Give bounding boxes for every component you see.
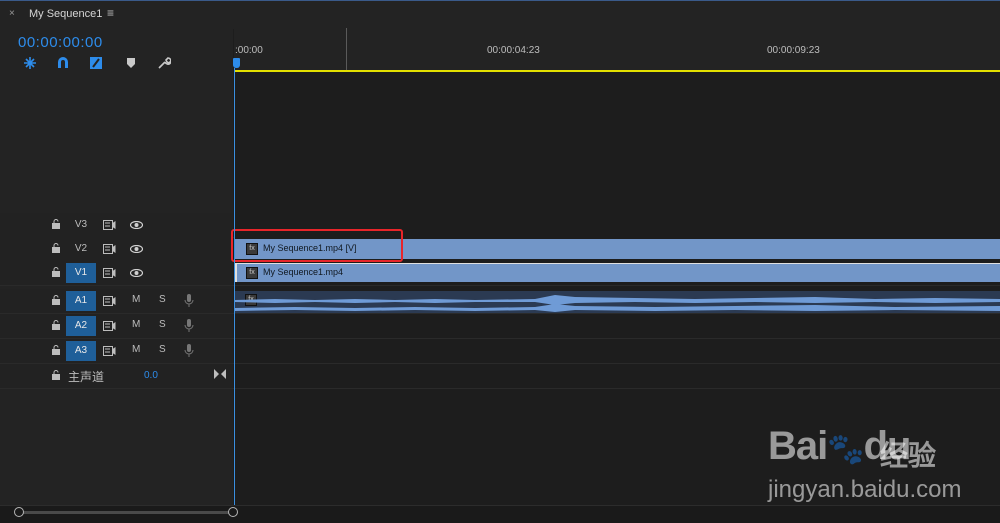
ruler-label: 00:00:09:23 bbox=[767, 45, 820, 56]
ripple-edit-icon[interactable] bbox=[23, 56, 37, 70]
eye-icon[interactable] bbox=[130, 221, 143, 229]
sync-lock-icon[interactable] bbox=[103, 296, 116, 306]
track-name-v3[interactable]: V3 bbox=[66, 215, 96, 235]
audio-clip-a1[interactable]: fx bbox=[235, 291, 1000, 313]
lock-icon[interactable] bbox=[52, 370, 60, 380]
track-row-a3: A3 M S bbox=[0, 339, 1000, 364]
microphone-icon[interactable] bbox=[184, 294, 194, 308]
lock-icon[interactable] bbox=[52, 267, 60, 277]
track-header-v3: V3 bbox=[0, 213, 233, 237]
track-header-master: 主声道 0.0 bbox=[0, 364, 233, 388]
mute-button[interactable]: M bbox=[132, 319, 140, 330]
video-clip-v1[interactable]: fx My Sequence1.mp4 bbox=[235, 263, 1000, 282]
sync-lock-icon[interactable] bbox=[103, 346, 116, 356]
sync-lock-icon[interactable] bbox=[103, 321, 116, 331]
playhead-handle[interactable] bbox=[233, 58, 240, 68]
lock-icon[interactable] bbox=[52, 320, 60, 330]
ruler-label: :00:00 bbox=[235, 45, 263, 56]
lock-icon[interactable] bbox=[52, 345, 60, 355]
baidu-watermark-text: 经验 bbox=[880, 440, 937, 471]
sync-lock-icon[interactable] bbox=[103, 244, 116, 254]
clip-label: My Sequence1.mp4 bbox=[263, 267, 344, 277]
sync-lock-icon[interactable] bbox=[103, 220, 116, 230]
expand-master-icon[interactable] bbox=[214, 369, 226, 379]
fx-badge: fx bbox=[246, 267, 258, 279]
baidu-watermark-url: jingyan.baidu.com bbox=[768, 476, 962, 503]
panel-tab-bar bbox=[0, 0, 1000, 29]
sync-lock-icon[interactable] bbox=[103, 268, 116, 278]
scrollbar-thumb[interactable] bbox=[18, 511, 233, 514]
track-lane-master[interactable] bbox=[234, 364, 1000, 388]
close-icon[interactable]: × bbox=[9, 8, 15, 19]
eye-icon[interactable] bbox=[130, 269, 143, 277]
sequence-tab-title[interactable]: My Sequence1 bbox=[29, 8, 102, 20]
track-header-v1: V1 bbox=[0, 261, 233, 285]
ruler-hover-line bbox=[346, 28, 347, 70]
track-header-v2: V2 bbox=[0, 237, 233, 261]
track-row-v3: V3 bbox=[0, 213, 1000, 238]
track-name-a2[interactable]: A2 bbox=[66, 316, 96, 336]
track-name-a3[interactable]: A3 bbox=[66, 341, 96, 361]
linked-selection-icon[interactable] bbox=[89, 56, 103, 70]
horizontal-scrollbar[interactable] bbox=[0, 505, 1000, 523]
snap-magnet-icon[interactable] bbox=[56, 56, 70, 70]
microphone-icon[interactable] bbox=[184, 319, 194, 333]
track-name-v2[interactable]: V2 bbox=[66, 239, 96, 259]
work-area-bar[interactable] bbox=[235, 70, 1000, 72]
track-name-a1[interactable]: A1 bbox=[66, 291, 96, 311]
ruler-label: 00:00:04:23 bbox=[487, 45, 540, 56]
track-name-v1[interactable]: V1 bbox=[66, 263, 96, 283]
playhead-timecode[interactable]: 00:00:00:00 bbox=[18, 34, 103, 51]
lock-icon[interactable] bbox=[52, 243, 60, 253]
highlight-box bbox=[231, 229, 403, 262]
track-header-a1: A1 M S bbox=[0, 289, 233, 313]
master-volume-value[interactable]: 0.0 bbox=[144, 370, 158, 381]
track-lane-a3[interactable] bbox=[234, 339, 1000, 363]
solo-button[interactable]: S bbox=[159, 319, 166, 330]
playhead-line[interactable] bbox=[234, 68, 235, 510]
solo-button[interactable]: S bbox=[159, 344, 166, 355]
microphone-icon[interactable] bbox=[184, 344, 194, 358]
scroll-left-handle[interactable] bbox=[14, 507, 24, 517]
audio-waveform bbox=[235, 295, 1000, 312]
marker-icon[interactable] bbox=[124, 56, 138, 70]
track-row-master: 主声道 0.0 bbox=[0, 364, 1000, 389]
scroll-right-handle[interactable] bbox=[228, 507, 238, 517]
track-lane-a2[interactable] bbox=[234, 314, 1000, 338]
track-header-a3: A3 M S bbox=[0, 339, 233, 363]
track-row-a2: A2 M S bbox=[0, 314, 1000, 339]
lock-icon[interactable] bbox=[52, 295, 60, 305]
mute-button[interactable]: M bbox=[132, 344, 140, 355]
mute-button[interactable]: M bbox=[132, 294, 140, 305]
wrench-icon[interactable] bbox=[157, 56, 171, 70]
master-track-name: 主声道 bbox=[68, 370, 105, 384]
eye-icon[interactable] bbox=[130, 245, 143, 253]
panel-menu-icon[interactable]: ≡ bbox=[107, 6, 114, 20]
track-header-a2: A2 M S bbox=[0, 314, 233, 338]
time-ruler[interactable] bbox=[234, 28, 1000, 70]
lock-icon[interactable] bbox=[52, 219, 60, 229]
solo-button[interactable]: S bbox=[159, 294, 166, 305]
